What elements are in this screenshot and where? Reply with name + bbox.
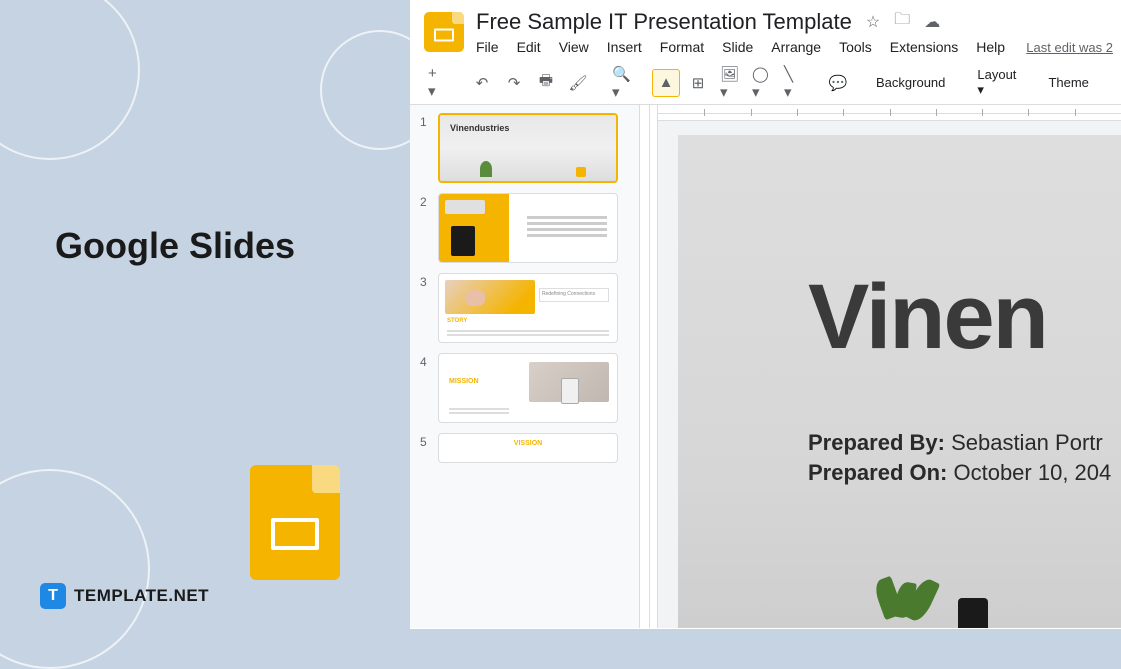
layout-button[interactable]: Layout ▾ [969, 67, 1024, 98]
plant-graphic-icon [480, 161, 492, 177]
paint-format-button[interactable]: 🖌 [564, 69, 592, 97]
slide-thumbnail-3[interactable]: Redefining Connections STORY [438, 273, 618, 343]
menu-bar: File Edit View Insert Format Slide Arran… [476, 39, 1121, 55]
slide-number: 2 [420, 193, 430, 263]
prepared-by-line[interactable]: Prepared By: Sebastian Portr [808, 430, 1103, 456]
zoom-button[interactable]: 🔍 ▾ [608, 69, 636, 97]
vertical-ruler [640, 105, 658, 628]
google-slides-window: Free Sample IT Presentation Template ☆ 🗀… [410, 0, 1121, 629]
shape-button[interactable]: ◯ ▾ [748, 69, 776, 97]
slide-number: 3 [420, 273, 430, 343]
menu-edit[interactable]: Edit [517, 39, 541, 55]
slide-thumbnail-5[interactable]: VISSION [438, 433, 618, 463]
slides-app-icon[interactable] [424, 12, 464, 52]
menu-view[interactable]: View [559, 39, 589, 55]
prepared-on-line[interactable]: Prepared On: October 10, 204 [808, 460, 1111, 486]
template-net-label: TEMPLATE.NET [74, 586, 209, 606]
menu-extensions[interactable]: Extensions [890, 39, 958, 55]
google-slides-logo-icon [250, 465, 340, 580]
toolbar: + ▾ ↶ ↷ 🖶 🖌 🔍 ▾ ▲ ⊞ 🖼 ▾ ◯ ▾ ╲ ▾ 💬 Backgr… [410, 61, 1121, 105]
slide-thumbnail-2[interactable] [438, 193, 618, 263]
thumb3-label: STORY [447, 318, 467, 324]
thumbnail-row: 2 [420, 193, 629, 263]
line-button[interactable]: ╲ ▾ [780, 69, 808, 97]
plant-graphic-icon [878, 578, 938, 628]
thumb3-quote: Redefining Connections [539, 288, 609, 302]
redo-button[interactable]: ↷ [500, 69, 528, 97]
slide-thumbnail-panel: 1 Vinendustries 2 3 [410, 105, 640, 628]
promo-title: Google Slides [55, 225, 295, 267]
undo-button[interactable]: ↶ [468, 69, 496, 97]
thumbnail-row: 5 VISSION [420, 433, 629, 463]
thumb5-label: VISSION [514, 440, 542, 447]
cup-graphic-icon [958, 598, 988, 628]
textbox-button[interactable]: ⊞ [684, 69, 712, 97]
promo-left-panel: Google Slides T TEMPLATE.NET [0, 0, 410, 629]
menu-help[interactable]: Help [976, 39, 1005, 55]
cup-graphic-icon [576, 167, 586, 177]
horizontal-ruler [658, 105, 1121, 121]
background-button[interactable]: Background [868, 75, 953, 90]
template-net-badge: T TEMPLATE.NET [40, 583, 209, 609]
star-icon[interactable]: ☆ [866, 12, 880, 32]
slide-number: 4 [420, 353, 430, 423]
slide-number: 5 [420, 433, 430, 463]
select-tool-button[interactable]: ▲ [652, 69, 680, 97]
move-icon[interactable]: 🗀 [894, 8, 910, 35]
menu-arrange[interactable]: Arrange [771, 39, 821, 55]
thumb4-label: MISSION [449, 378, 479, 385]
thumbnail-row: 1 Vinendustries [420, 113, 629, 183]
workspace: 1 Vinendustries 2 3 [410, 105, 1121, 628]
tablet-graphic-icon [451, 226, 475, 256]
comment-button[interactable]: 💬 [824, 69, 852, 97]
slide-number: 1 [420, 113, 430, 183]
slide-thumbnail-1[interactable]: Vinendustries [438, 113, 618, 183]
canvas-area: Vinen Prepared By: Sebastian Portr Prepa… [658, 105, 1121, 628]
new-slide-button[interactable]: + ▾ [424, 69, 452, 97]
thumb1-title-text: Vinendustries [450, 123, 509, 133]
cloud-status-icon[interactable]: ☁ [924, 12, 940, 32]
image-button[interactable]: 🖼 ▾ [716, 69, 744, 97]
thumbnail-row: 4 MISSION [420, 353, 629, 423]
theme-button[interactable]: Theme [1040, 75, 1096, 90]
slide-main-title[interactable]: Vinen [808, 265, 1047, 370]
slide-canvas[interactable]: Vinen Prepared By: Sebastian Portr Prepa… [678, 135, 1121, 628]
document-title[interactable]: Free Sample IT Presentation Template [476, 9, 852, 35]
thumbnail-row: 3 Redefining Connections STORY [420, 273, 629, 343]
print-button[interactable]: 🖶 [532, 69, 560, 97]
decorative-curves [0, 0, 410, 629]
menu-tools[interactable]: Tools [839, 39, 872, 55]
last-edit-link[interactable]: Last edit was 2 [1026, 40, 1113, 55]
menu-slide[interactable]: Slide [722, 39, 753, 55]
template-net-icon: T [40, 583, 66, 609]
app-header: Free Sample IT Presentation Template ☆ 🗀… [410, 0, 1121, 55]
menu-format[interactable]: Format [660, 39, 704, 55]
keyboard-graphic-icon [445, 200, 485, 214]
menu-insert[interactable]: Insert [607, 39, 642, 55]
slide-thumbnail-4[interactable]: MISSION [438, 353, 618, 423]
menu-file[interactable]: File [476, 39, 499, 55]
